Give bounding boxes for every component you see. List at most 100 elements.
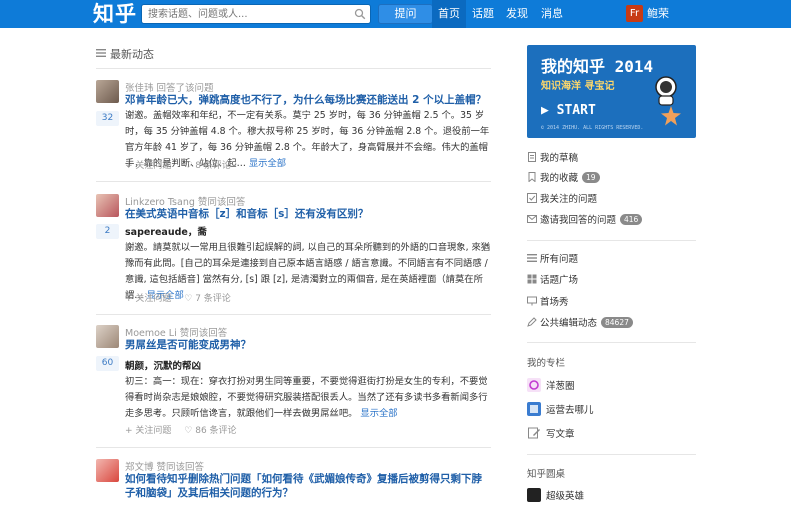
count-badge: 19 <box>582 172 600 183</box>
roundtable-heading: 知乎圆桌 <box>527 469 566 480</box>
starfish-icon <box>661 106 681 126</box>
show-all-link[interactable]: 显示全部 <box>360 408 397 419</box>
follow-question-button[interactable]: + 关注问题 <box>125 161 171 171</box>
feed-item: Linkzero Tsang 赞同该回答 在美式英语中音标［z］和音标［s］还有… <box>96 194 491 306</box>
vote-count[interactable]: 32 <box>96 111 119 126</box>
vote-count[interactable]: 2 <box>96 224 119 239</box>
comments-link[interactable]: ♡ 7 条评论 <box>184 294 241 304</box>
nav-topics[interactable]: 话题 <box>468 0 498 28</box>
banner-start-label: START <box>556 103 596 118</box>
question-title[interactable]: 如何看待知乎删除热门问题「如何看待《武媚娘传奇》复播后被剪得只剩下脖子和脑袋」及… <box>125 472 491 500</box>
column-title: 运营去哪儿 <box>546 405 594 416</box>
roundtable-item[interactable]: 超级英雄 <box>527 488 584 504</box>
feed-item: 郑文博 赞同该回答 如何看待知乎删除热门问题「如何看待《武媚娘传奇》复播后被剪得… <box>96 459 491 500</box>
show-all-link[interactable]: 显示全部 <box>249 158 286 169</box>
divider <box>96 68 491 69</box>
annual-report-banner[interactable]: 我的知乎 2014 知识海洋 寻宝记 ▶ START © 2014 ZHIHU.… <box>527 45 696 138</box>
column-title: 写文章 <box>546 429 575 440</box>
comments-count: 8 条评论 <box>195 161 231 171</box>
sidebar-item-label: 我的草稿 <box>540 153 579 164</box>
banner-footer: © 2014 ZHIHU. ALL RIGHTS RESERVED. <box>541 125 644 131</box>
divider <box>527 240 696 241</box>
sidebar-first-show[interactable]: 首场秀 <box>527 296 569 310</box>
edit-activity-icon <box>527 317 537 327</box>
sidebar-item-label: 所有问题 <box>540 254 579 265</box>
sidebar-invited-questions[interactable]: 邀请我回答的问题 416 <box>527 214 643 228</box>
comments-count: 86 条评论 <box>195 426 237 436</box>
avatar[interactable] <box>96 194 119 217</box>
sidebar-item-label: 公共编辑动态 <box>540 318 598 329</box>
banner-subtitle: 知识海洋 寻宝记 <box>541 81 615 92</box>
avatar[interactable] <box>96 325 119 348</box>
nav-explore[interactable]: 发现 <box>502 0 532 28</box>
comments-link[interactable]: ♡ 8 条评论 <box>184 161 241 171</box>
zhihu-logo[interactable]: 知乎 <box>93 1 137 27</box>
feed-list-icon <box>96 49 106 57</box>
sidebar-item-label: 邀请我回答的问题 <box>540 215 617 226</box>
comments-link[interactable]: ♡ 86 条评论 <box>184 426 246 436</box>
list-icon <box>527 254 537 262</box>
feed-actions: + 关注问题 ♡ 8 条评论 <box>125 158 251 171</box>
sidebar-collections[interactable]: 我的收藏 19 <box>527 172 600 186</box>
username[interactable]: 鲍荣 <box>647 0 669 28</box>
grid-icon <box>527 274 537 284</box>
feed-item: 张佳玮 回答了该问题 邓肯年龄已大，弹跳高度也不行了，为什么每场比赛还能送出 2… <box>96 80 491 180</box>
feed-title: 最新动态 <box>110 48 154 61</box>
answer-author[interactable]: sapereaude，喬 <box>125 224 207 238</box>
feed-actions: + 关注问题 ♡ 7 条评论 <box>125 291 251 304</box>
answer-excerpt: 初三：高一：现在：穿衣打扮对男生同等重要，不要觉得逛街打扮是女生的专利，不要觉得… <box>125 374 491 422</box>
roundtable-title: 超级英雄 <box>546 491 585 502</box>
sidebar-drafts[interactable]: 我的草稿 <box>527 152 578 166</box>
sidebar-followed-questions[interactable]: 我关注的问题 <box>527 193 597 207</box>
ops-column-icon <box>527 402 541 416</box>
divider <box>96 181 491 182</box>
divider <box>96 447 491 448</box>
search-box[interactable] <box>141 4 371 24</box>
sidebar-item-label: 话题广场 <box>540 275 579 286</box>
document-icon <box>528 152 536 162</box>
follow-question-button[interactable]: + 关注问题 <box>125 294 171 304</box>
search-icon[interactable] <box>354 8 366 20</box>
feed-meta: 张佳玮 回答了该问题 <box>125 80 214 94</box>
ask-question-button[interactable]: 提问 <box>378 4 433 24</box>
answer-text: 初三：高一：现在：穿衣打扮对男生同等重要，不要觉得逛街打扮是女生的专利，不要觉得… <box>125 376 488 419</box>
sidebar-all-questions[interactable]: 所有问题 <box>527 253 578 267</box>
vote-count[interactable]: 60 <box>96 356 119 371</box>
column-item[interactable]: 洋葱圈 <box>527 378 575 394</box>
bookmark-icon <box>528 172 536 182</box>
answer-author[interactable]: 朝颜，沉默的帮凶 <box>125 358 201 372</box>
divider <box>527 342 696 343</box>
nav-home[interactable]: 首页 <box>432 0 466 28</box>
checkbox-icon <box>527 193 537 203</box>
feed-meta: 郑文博 赞同该回答 <box>125 459 204 473</box>
sidebar-public-edits[interactable]: 公共编辑动态 84627 <box>527 317 633 331</box>
avatar[interactable] <box>96 80 119 103</box>
user-avatar[interactable]: Fr <box>626 5 643 22</box>
write-icon <box>527 426 541 440</box>
sidebar-item-label: 我的收藏 <box>540 173 579 184</box>
follow-question-button[interactable]: + 关注问题 <box>125 426 171 436</box>
top-bar: 知乎 提问 首页 话题 发现 消息 Fr 鲍荣 <box>0 0 791 28</box>
nav-messages[interactable]: 消息 <box>537 0 567 28</box>
sidebar-topic-square[interactable]: 话题广场 <box>527 274 578 288</box>
write-article-link[interactable]: 写文章 <box>527 426 575 442</box>
invite-icon <box>527 215 537 223</box>
question-title[interactable]: 邓肯年龄已大，弹跳高度也不行了，为什么每场比赛还能送出 2 个以上盖帽？ <box>125 93 491 107</box>
search-input[interactable] <box>142 5 342 23</box>
avatar[interactable] <box>96 459 119 482</box>
feed-item: Moemoe Li 赞同该回答 男屌丝是否可能变成男神？ 60 朝颜，沉默的帮凶… <box>96 325 491 437</box>
question-title[interactable]: 男屌丝是否可能变成男神？ <box>125 338 491 352</box>
comments-count: 7 条评论 <box>195 294 231 304</box>
divider <box>527 454 696 455</box>
divider <box>96 314 491 315</box>
sidebar-item-label: 我关注的问题 <box>540 194 598 205</box>
feed-actions: + 关注问题 ♡ 86 条评论 <box>125 423 257 436</box>
column-item[interactable]: 运营去哪儿 <box>527 402 594 418</box>
astronaut-icon <box>655 76 677 106</box>
banner-title: 我的知乎 2014 <box>541 57 654 76</box>
sidebar-item-label: 首场秀 <box>540 297 569 308</box>
question-title[interactable]: 在美式英语中音标［z］和音标［s］还有没有区别？ <box>125 207 491 221</box>
banner-start[interactable]: ▶ START <box>541 103 596 118</box>
count-badge: 416 <box>620 214 643 225</box>
column-title: 洋葱圈 <box>546 381 575 392</box>
